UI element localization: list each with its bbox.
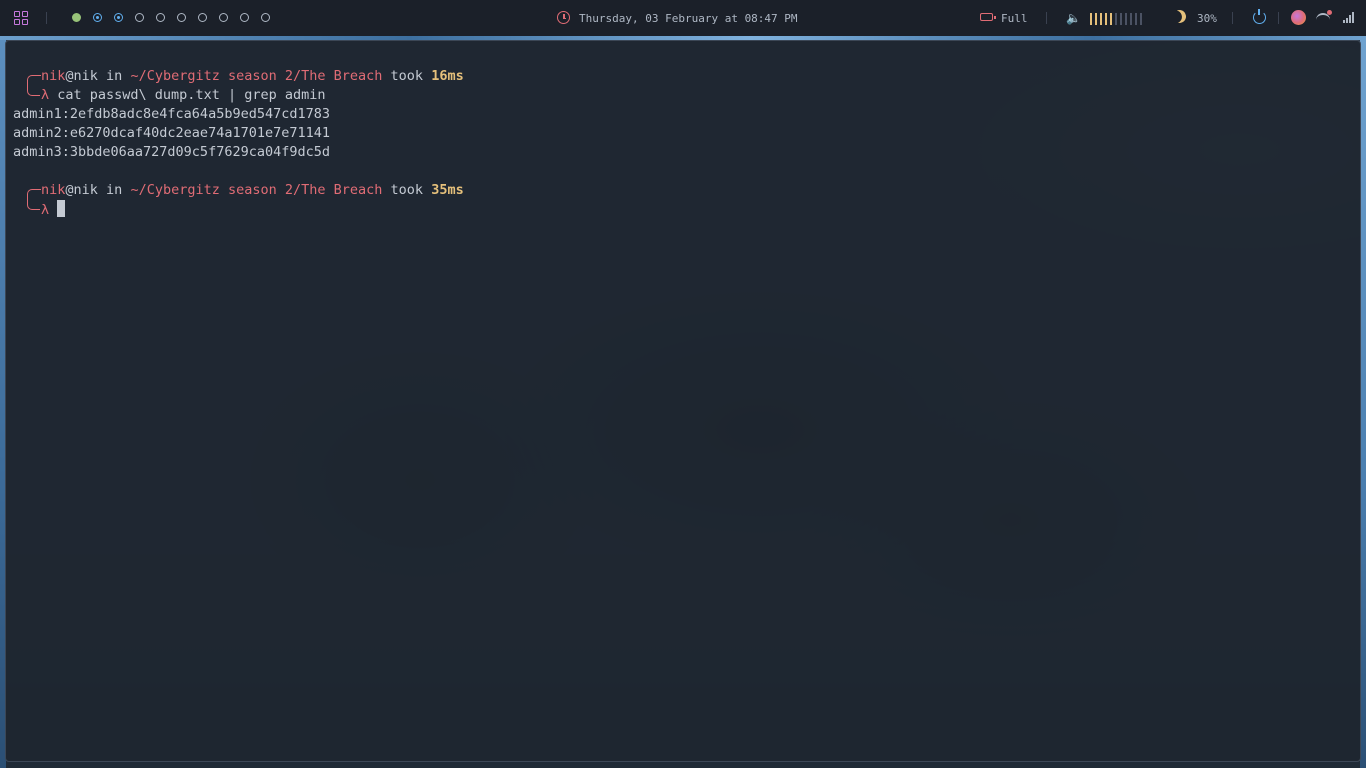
command-text: cat passwd\ dump.txt | grep admin — [49, 87, 326, 103]
volume-level-bars[interactable] — [1090, 11, 1142, 25]
datetime-label[interactable]: Thursday, 03 February at 08:47 PM — [579, 0, 798, 36]
prompt-at: @ — [65, 182, 74, 198]
clock-icon — [557, 11, 570, 24]
prompt-tree-bottom — [27, 197, 40, 210]
output-line: admin3:3bbde06aa727d09c5f7629ca04f9dc5d — [13, 144, 330, 160]
moon-icon — [1171, 8, 1188, 25]
lambda-prompt-symbol: λ — [41, 202, 50, 218]
workspace-10[interactable] — [261, 13, 270, 22]
divider — [1232, 12, 1233, 24]
top-status-bar: Thursday, 03 February at 08:47 PM Full 🔈… — [0, 0, 1366, 36]
prompt-in: in — [97, 68, 131, 84]
workspace-4[interactable] — [135, 13, 144, 22]
speaker-icon[interactable]: 🔈 — [1066, 0, 1081, 36]
workspace-5[interactable] — [156, 13, 165, 22]
volume-bar — [1115, 13, 1117, 25]
prompt-line: nik@nik in ~/Cybergitz season 2/The Brea… — [41, 67, 464, 86]
battery-charging-icon — [980, 13, 996, 21]
wifi-icon[interactable] — [1316, 10, 1332, 22]
command-line: λ cat passwd\ dump.txt | grep admin — [41, 86, 325, 105]
power-icon[interactable] — [1253, 9, 1266, 24]
divider — [1046, 12, 1047, 24]
workspace-8[interactable] — [219, 13, 228, 22]
workspace-1[interactable] — [72, 13, 81, 22]
input-line[interactable]: λ — [41, 200, 66, 219]
firefox-icon[interactable] — [1291, 10, 1306, 25]
volume-bar — [1105, 13, 1107, 25]
volume-bar — [1140, 13, 1142, 25]
output-line: admin2:e6270dcaf40dc2eae74a1701e7e71141 — [13, 125, 330, 141]
volume-bar — [1110, 13, 1112, 25]
volume-bar — [1090, 13, 1092, 25]
workspace-7[interactable] — [198, 13, 207, 22]
prompt-path: ~/Cybergitz season 2/The Breach — [130, 68, 383, 84]
workspace-2[interactable] — [93, 13, 102, 22]
battery-label[interactable]: Full — [1001, 0, 1028, 36]
prompt-in: in — [97, 182, 131, 198]
prompt-path: ~/Cybergitz season 2/The Breach — [130, 182, 383, 198]
volume-bar — [1120, 13, 1122, 25]
prompt-line: nik@nik in ~/Cybergitz season 2/The Brea… — [41, 181, 464, 200]
prompt-took: took — [382, 68, 432, 84]
volume-bar — [1125, 13, 1127, 25]
divider — [1278, 12, 1279, 24]
prompt-user: nik — [41, 68, 66, 84]
workspace-9[interactable] — [240, 13, 249, 22]
brightness-label[interactable]: 30% — [1197, 0, 1217, 36]
prompt-host: nik — [73, 68, 98, 84]
text-cursor — [57, 200, 66, 217]
terminal-window[interactable]: nik@nik in ~/Cybergitz season 2/The Brea… — [5, 40, 1361, 762]
volume-bar — [1135, 13, 1137, 25]
grid-icon[interactable] — [14, 11, 28, 25]
prompt-duration: 16ms — [431, 68, 464, 84]
prompt-tree-bottom — [27, 83, 40, 96]
volume-bar — [1130, 13, 1132, 25]
prompt-user: nik — [41, 182, 66, 198]
workspace-3[interactable] — [114, 13, 123, 22]
prompt-host: nik — [73, 182, 98, 198]
volume-bar — [1095, 13, 1097, 25]
prompt-at: @ — [65, 68, 74, 84]
prompt-duration: 35ms — [431, 182, 464, 198]
divider — [46, 12, 47, 24]
signal-icon[interactable] — [1343, 12, 1354, 23]
prompt-took: took — [382, 182, 432, 198]
workspace-6[interactable] — [177, 13, 186, 22]
volume-bar — [1100, 13, 1102, 25]
output-line: admin1:2efdb8adc8e4fca64a5b9ed547cd1783 — [13, 106, 330, 122]
lambda-prompt-symbol: λ — [41, 87, 50, 103]
